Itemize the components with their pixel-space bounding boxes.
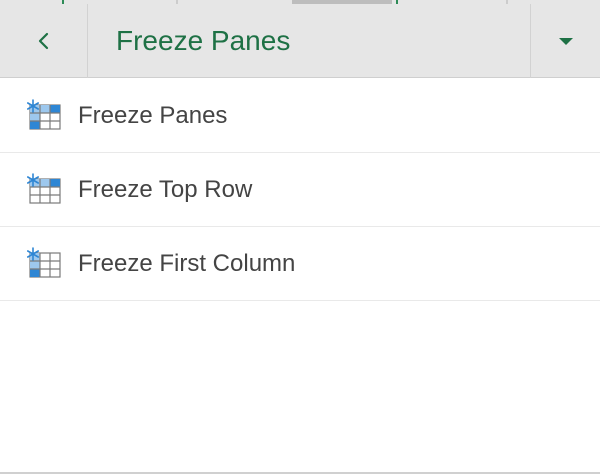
freeze-panes-icon	[26, 99, 61, 130]
panel-title: Freeze Panes	[116, 25, 291, 56]
menu-item-freeze-panes[interactable]: Freeze Panes	[0, 79, 600, 153]
panel-header: Freeze Panes	[0, 4, 600, 78]
freeze-first-column-icon	[26, 247, 61, 278]
freeze-top-row-icon	[26, 173, 61, 204]
freeze-panes-panel: Freeze Panes Freeze Panes Freeze Top Row…	[0, 0, 600, 474]
menu-item-freeze-top-row[interactable]: Freeze Top Row	[0, 153, 600, 227]
dropdown-button[interactable]	[530, 4, 600, 78]
back-button[interactable]	[0, 4, 88, 78]
menu-item-label: Freeze Panes	[78, 102, 228, 129]
menu-item-freeze-first-column[interactable]: Freeze First Column	[0, 227, 600, 301]
chevron-left-icon	[38, 32, 48, 50]
menu-item-label: Freeze First Column	[78, 250, 296, 277]
caret-down-icon	[558, 38, 573, 45]
menu-item-label: Freeze Top Row	[78, 176, 253, 203]
freeze-options-menu: Freeze Panes Freeze Top Row Freeze First…	[0, 79, 600, 301]
